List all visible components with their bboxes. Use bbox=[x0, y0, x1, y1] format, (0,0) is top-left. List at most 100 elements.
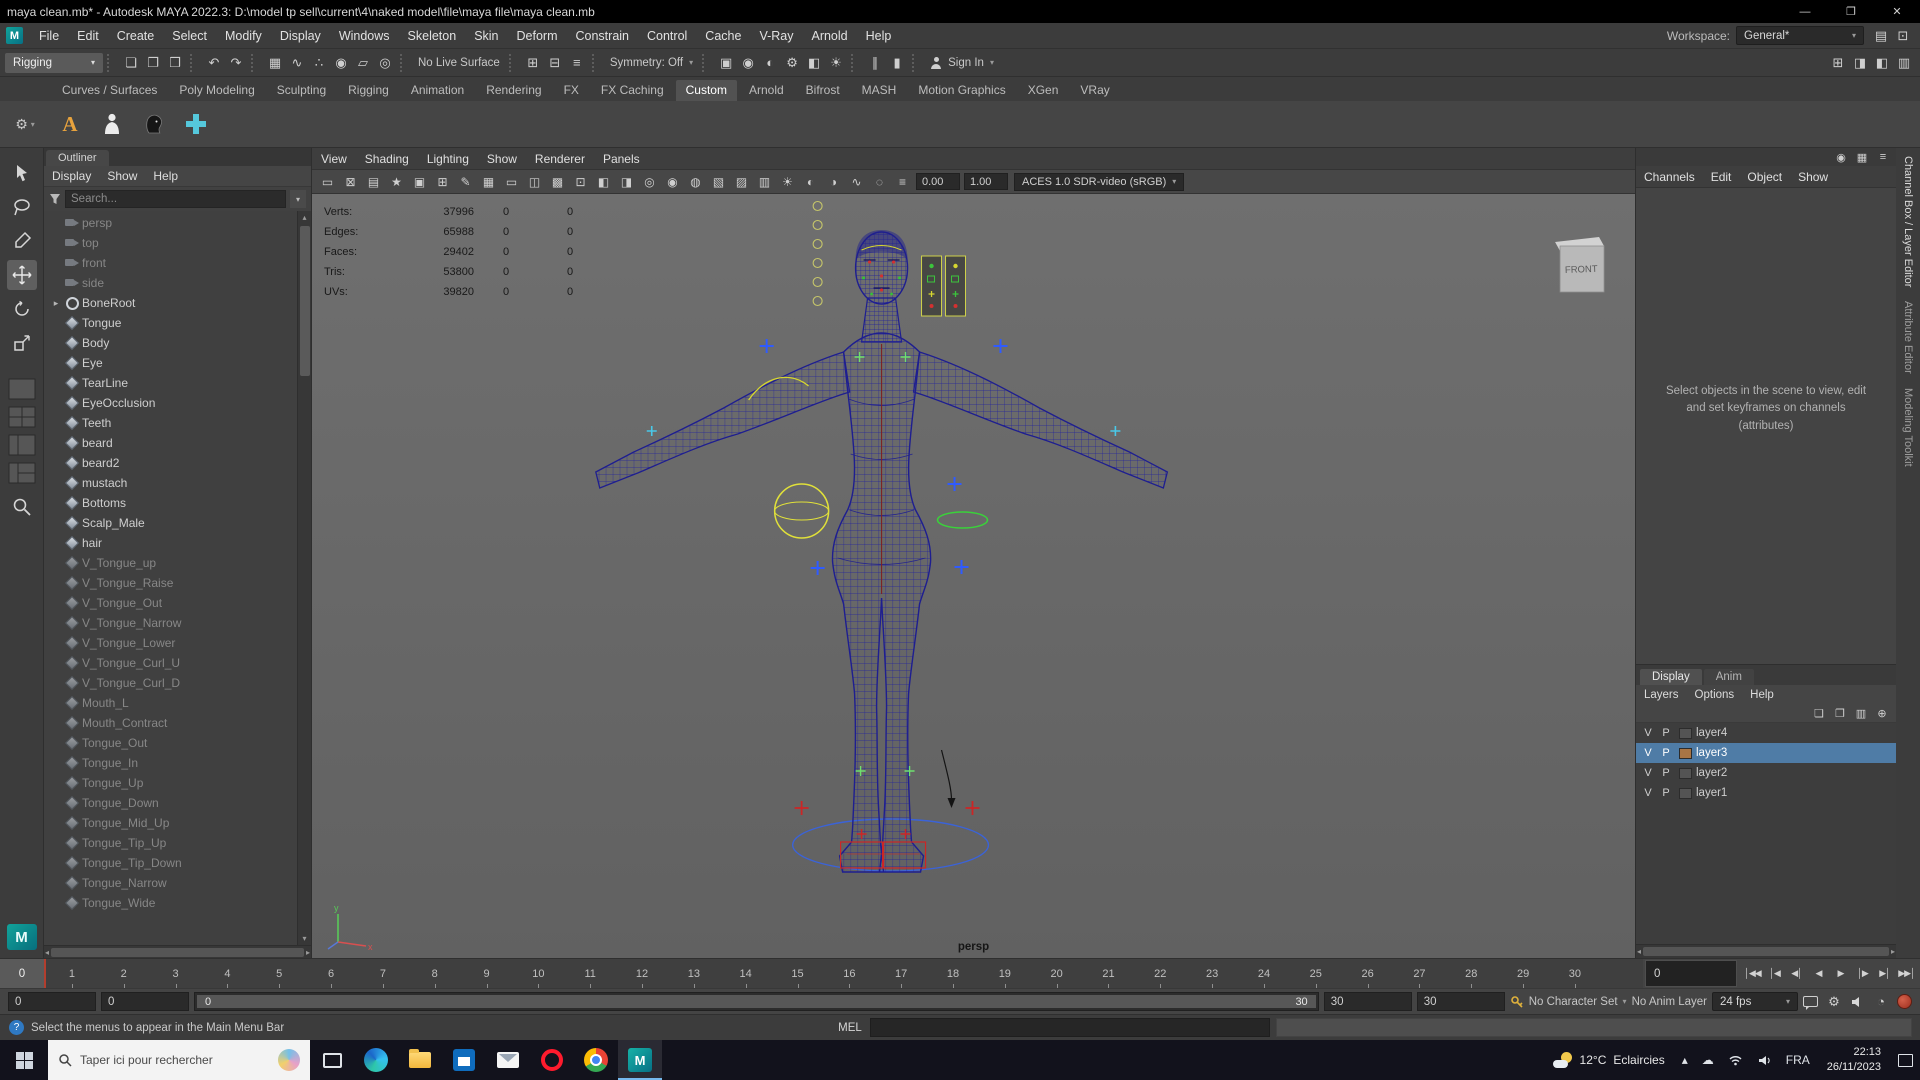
outliner-item[interactable]: Teeth bbox=[44, 413, 297, 433]
outliner-item[interactable]: Mouth_L bbox=[44, 693, 297, 713]
viewport-menu-item[interactable]: View bbox=[312, 152, 356, 166]
mel-label[interactable]: MEL bbox=[830, 1022, 870, 1034]
outliner-search-input[interactable] bbox=[65, 190, 286, 208]
default-material-icon[interactable]: ◍ bbox=[684, 172, 707, 192]
outliner-item[interactable]: Bottoms bbox=[44, 493, 297, 513]
outliner-item[interactable]: Scalp_Male bbox=[44, 513, 297, 533]
timeline-tick[interactable]: 13 bbox=[668, 959, 720, 988]
title-bar[interactable]: maya clean.mb* - Autodesk MAYA 2022.3: D… bbox=[0, 0, 1920, 23]
outliner-item[interactable]: Tongue_Wide bbox=[44, 893, 297, 913]
layer-color-swatch[interactable] bbox=[1679, 787, 1692, 799]
timeline-tick[interactable]: 8 bbox=[409, 959, 461, 988]
snap-to-grids-icon[interactable]: ▦ bbox=[264, 52, 286, 74]
outliner-item[interactable]: EyeOcclusion bbox=[44, 393, 297, 413]
snap-to-curves-icon[interactable]: ∿ bbox=[286, 52, 308, 74]
animation-start-field[interactable]: 0 bbox=[8, 992, 96, 1011]
timeline-tick[interactable]: 4 bbox=[201, 959, 253, 988]
grease-pencil-icon[interactable]: ✎ bbox=[454, 172, 477, 192]
timeline-tick[interactable]: 25 bbox=[1290, 959, 1342, 988]
save-scene-icon[interactable]: ❒ bbox=[164, 52, 186, 74]
channel-box-menu-item[interactable]: Object bbox=[1739, 170, 1790, 184]
scroll-right-arrow[interactable]: ▸ bbox=[306, 946, 310, 959]
menu-item[interactable]: Help bbox=[857, 29, 901, 43]
make-object-live-icon[interactable]: ◎ bbox=[374, 52, 396, 74]
paint-select-tool[interactable] bbox=[7, 226, 37, 256]
outliner-item[interactable]: Body bbox=[44, 333, 297, 353]
scroll-up-arrow[interactable]: ▴ bbox=[302, 211, 306, 224]
anim-layer-selector[interactable]: No Anim Layer bbox=[1632, 996, 1707, 1008]
timeline-tick[interactable]: 3 bbox=[150, 959, 202, 988]
character-set-selector[interactable]: No Character Set ▾ bbox=[1529, 996, 1627, 1008]
animation-preferences-icon[interactable]: ⚙ bbox=[1823, 991, 1845, 1013]
outliner-menu-item[interactable]: Display bbox=[44, 169, 99, 183]
start-button[interactable] bbox=[0, 1040, 48, 1080]
new-scene-icon[interactable]: ❏ bbox=[120, 52, 142, 74]
timeline-tick[interactable]: 15 bbox=[772, 959, 824, 988]
shadows-icon[interactable]: ◐ bbox=[799, 172, 822, 192]
outliner-item[interactable]: V_Tongue_up bbox=[44, 553, 297, 573]
layer-editor-menu-item[interactable]: Layers bbox=[1636, 689, 1687, 701]
clock-icon[interactable]: ◔ bbox=[1870, 991, 1892, 1013]
pin-panel-icon[interactable]: ◉ bbox=[1832, 149, 1850, 165]
taskbar-app-explorer[interactable] bbox=[398, 1040, 442, 1080]
step-forward-frame-button[interactable]: ▶│ bbox=[1874, 963, 1895, 985]
two-pane-layout-button[interactable] bbox=[8, 434, 36, 456]
shelf-tab[interactable]: VRay bbox=[1070, 80, 1119, 101]
shelf-tab[interactable]: FX Caching bbox=[591, 80, 674, 101]
outliner-item[interactable]: Tongue_Mid_Up bbox=[44, 813, 297, 833]
onedrive-cloud-icon[interactable]: ☁ bbox=[1695, 1053, 1721, 1067]
select-tool[interactable] bbox=[7, 158, 37, 188]
layer-name[interactable]: layer2 bbox=[1696, 767, 1727, 779]
outliner-item[interactable]: Tongue_Tip_Up bbox=[44, 833, 297, 853]
toolbar-separator[interactable] bbox=[400, 53, 409, 72]
layer-color-swatch[interactable] bbox=[1679, 747, 1692, 759]
image-plane-icon[interactable]: ▣ bbox=[408, 172, 431, 192]
layer-options-icon[interactable]: ▥ bbox=[1852, 706, 1870, 722]
layer-editor-scrollbar[interactable]: ◂ ▸ bbox=[1636, 944, 1896, 958]
layer-color-swatch[interactable] bbox=[1679, 767, 1692, 779]
volume-icon[interactable] bbox=[1750, 1054, 1779, 1067]
ipr-render-icon[interactable]: ◐ bbox=[759, 52, 781, 74]
colorspace-selector[interactable]: ACES 1.0 SDR-video (sRGB) ▾ bbox=[1014, 172, 1185, 191]
outliner-item[interactable]: front bbox=[44, 253, 297, 273]
menu-item[interactable]: Skeleton bbox=[399, 29, 466, 43]
depth-of-field-icon[interactable]: ◌ bbox=[868, 172, 891, 192]
render-current-frame-icon[interactable]: ◉ bbox=[737, 52, 759, 74]
viewport-menu-item[interactable]: Renderer bbox=[526, 152, 594, 166]
layer-playback-toggle[interactable]: P bbox=[1657, 727, 1675, 739]
scroll-left-arrow[interactable]: ◂ bbox=[1637, 945, 1641, 958]
step-forward-key-button[interactable]: │▶ bbox=[1852, 963, 1873, 985]
toolbar-separator[interactable] bbox=[107, 53, 116, 72]
four-pane-layout-button[interactable] bbox=[8, 406, 36, 428]
timeline-tick[interactable]: 29 bbox=[1497, 959, 1549, 988]
tool-settings-toggle-icon[interactable]: ◧ bbox=[1871, 52, 1893, 74]
timeline-playhead[interactable]: 0 bbox=[0, 959, 46, 988]
outliner-item[interactable]: beard bbox=[44, 433, 297, 453]
taskbar-app-opera[interactable] bbox=[530, 1040, 574, 1080]
sidebar-vertical-tab[interactable]: Modeling Toolkit bbox=[1902, 388, 1914, 467]
viewport-menu-item[interactable]: Show bbox=[478, 152, 526, 166]
menu-item[interactable]: Arnold bbox=[802, 29, 856, 43]
outliner-item[interactable]: V_Tongue_Out bbox=[44, 593, 297, 613]
scroll-right-arrow[interactable]: ▸ bbox=[1891, 945, 1895, 958]
outliner-item[interactable]: Tongue bbox=[44, 313, 297, 333]
layer-color-swatch[interactable] bbox=[1679, 727, 1692, 739]
bookmarks-icon[interactable]: ★ bbox=[385, 172, 408, 192]
channel-box-menu-item[interactable]: Edit bbox=[1703, 170, 1740, 184]
menu-set-selector[interactable]: Rigging ▾ bbox=[5, 52, 103, 73]
panel-menu-icon[interactable]: ≡ bbox=[1874, 149, 1892, 165]
shelf-tab[interactable]: Curves / Surfaces bbox=[52, 80, 167, 101]
construction-history-icon[interactable]: ≡ bbox=[566, 52, 588, 74]
workspace-save-icon[interactable]: ▤ bbox=[1870, 25, 1892, 47]
smooth-shade-icon[interactable]: ▨ bbox=[730, 172, 753, 192]
timeline-tick[interactable]: 9 bbox=[461, 959, 513, 988]
symmetry-selector[interactable]: Symmetry: Off ▾ bbox=[605, 57, 698, 69]
play-forwards-button[interactable]: ▶ bbox=[1830, 963, 1851, 985]
shelf-tab[interactable]: Poly Modeling bbox=[169, 80, 264, 101]
outliner-menu-item[interactable]: Help bbox=[145, 169, 186, 183]
toolbar-separator[interactable] bbox=[190, 53, 199, 72]
menu-item[interactable]: File bbox=[30, 29, 68, 43]
gate-mask-icon[interactable]: ▩ bbox=[546, 172, 569, 192]
outliner-item[interactable]: Eye bbox=[44, 353, 297, 373]
move-tool[interactable] bbox=[6, 260, 37, 290]
